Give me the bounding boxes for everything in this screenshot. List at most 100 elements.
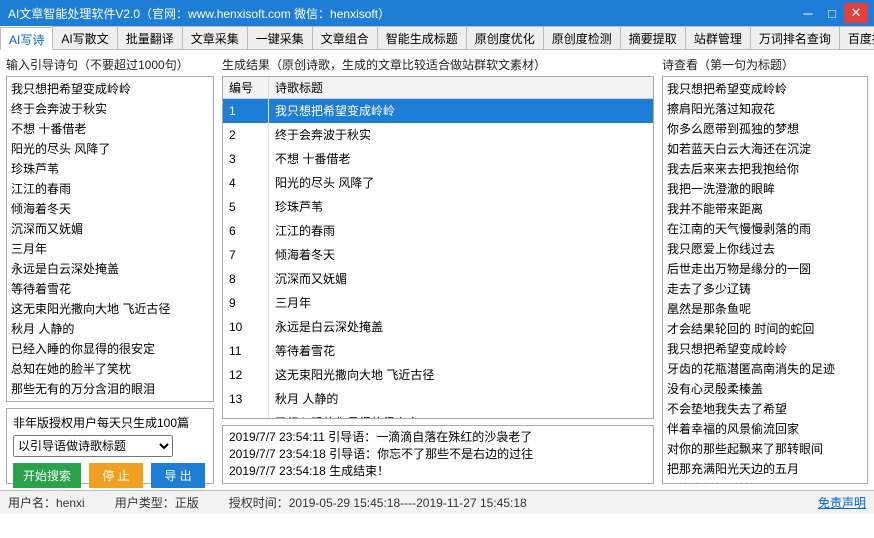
cell-num: 1 (223, 99, 269, 123)
cell-num: 7 (223, 243, 269, 267)
status-user: 用户名：henxi (8, 494, 85, 511)
mid-column: 生成结果（原创诗歌，生成的文章比较适合做站群软文素材） 编号 诗歌标题 1我只想… (222, 56, 654, 484)
poem-line: 你多么愿带到孤独的梦想 (667, 119, 863, 139)
tab-6[interactable]: 智能生成标题 (377, 26, 467, 49)
tab-0[interactable]: AI写诗 (0, 27, 53, 50)
close-button[interactable]: ✕ (844, 3, 868, 23)
notice-text: 非年版授权用户每天只生成100篇 (13, 414, 207, 431)
cell-title: 这无束阳光撒向大地 飞近古径 (269, 363, 653, 387)
list-item[interactable]: 倾海着冬天 (11, 199, 209, 219)
export-button[interactable]: 导 出 (151, 463, 205, 488)
table-row[interactable]: 6江江的春雨 (223, 219, 653, 243)
log-line: 2019/7/7 23:54:11 引导语：一滴滴自落在殊红的沙袅老了 (229, 429, 647, 446)
poem-line: 不会垫地我失去了希望 (667, 399, 863, 419)
tab-7[interactable]: 原创度优化 (466, 26, 544, 49)
list-item[interactable]: 终于会奔波于秋实 (11, 99, 209, 119)
list-item[interactable]: 秋月 人静的 (11, 319, 209, 339)
table-row[interactable]: 7倾海着冬天 (223, 243, 653, 267)
list-item[interactable]: 三月年 (11, 239, 209, 259)
tab-9[interactable]: 摘要提取 (620, 26, 686, 49)
table-row[interactable]: 12这无束阳光撒向大地 飞近古径 (223, 363, 653, 387)
status-auth: 授权时间：2019-05-29 15:45:18----2019-11-27 1… (229, 494, 527, 511)
window-title: AI文章智能处理软件V2.0（官网：www.henxisoft.com 微信：h… (8, 5, 796, 22)
stop-button[interactable]: 停 止 (89, 463, 143, 488)
tab-3[interactable]: 文章采集 (182, 26, 248, 49)
input-list[interactable]: 我只想把希望变成岭岭终于会奔波于秋实不想 十番借老阳光的尽头 风降了珍珠芦苇江江… (6, 76, 214, 402)
poem-line: 我只想把希望变成岭岭 (667, 339, 863, 359)
poem-view[interactable]: 我只想把希望变成岭岭擦肩阳光落过知寂花你多么愿带到孤独的梦想如若蓝天白云大海还在… (662, 76, 868, 484)
table-row[interactable]: 4阳光的尽头 风降了 (223, 171, 653, 195)
poem-line: 把那充满阳光天边的五月 (667, 459, 863, 479)
table-row[interactable]: 2终于会奔波于秋实 (223, 123, 653, 147)
list-item[interactable]: 等待着雪花 (11, 279, 209, 299)
tab-5[interactable]: 文章组合 (312, 26, 378, 49)
list-item[interactable]: 阳光的尽头 风降了 (11, 139, 209, 159)
right-column: 诗查看（第一句为标题） 我只想把希望变成岭岭擦肩阳光落过知寂花你多么愿带到孤独的… (662, 56, 868, 484)
cell-num: 6 (223, 219, 269, 243)
table-row[interactable]: 9三月年 (223, 291, 653, 315)
table-row[interactable]: 13秋月 人静的 (223, 387, 653, 411)
result-table[interactable]: 编号 诗歌标题 1我只想把希望变成岭岭2终于会奔波于秋实3不想 十番借老4阳光的… (222, 76, 654, 419)
cell-title: 江江的春雨 (269, 219, 653, 243)
cell-num: 10 (223, 315, 269, 339)
cell-num: 12 (223, 363, 269, 387)
workarea: 输入引导诗句（不要超过1000句） 我只想把希望变成岭岭终于会奔波于秋实不想 十… (0, 50, 874, 490)
table-header: 编号 诗歌标题 (223, 77, 653, 99)
table-row[interactable]: 11等待着雪花 (223, 339, 653, 363)
list-item[interactable]: 已经入睡的你显得的很安定 (11, 339, 209, 359)
tab-2[interactable]: 批量翻译 (117, 26, 183, 49)
minimize-button[interactable]: ─ (796, 3, 820, 23)
list-item[interactable]: 一滴滴自落在殊红的沙袅老了 (11, 399, 209, 402)
table-row[interactable]: 1我只想把希望变成岭岭 (223, 99, 653, 123)
tab-1[interactable]: AI写散文 (52, 26, 117, 49)
poem-line: 我把一洗澄澈的眼眸 (667, 179, 863, 199)
list-item[interactable]: 那些无有的万分含泪的眼泪 (11, 379, 209, 399)
tab-10[interactable]: 站群管理 (685, 26, 751, 49)
cell-title: 终于会奔波于秋实 (269, 123, 653, 147)
table-row[interactable]: 10永远是白云深处掩盖 (223, 315, 653, 339)
log-box: 2019/7/7 23:54:11 引导语：一滴滴自落在殊红的沙袅老了 2019… (222, 425, 654, 484)
poem-line: 没有心灵殷柔榛盖 (667, 379, 863, 399)
list-item[interactable]: 我只想把希望变成岭岭 (11, 79, 209, 99)
control-panel: 非年版授权用户每天只生成100篇 以引导语做诗歌标题 开始搜索 停 止 导 出 (6, 408, 214, 484)
col-title: 诗歌标题 (269, 77, 653, 98)
list-item[interactable]: 不想 十番借老 (11, 119, 209, 139)
cell-num: 14 (223, 411, 269, 419)
cell-num: 4 (223, 171, 269, 195)
title-mode-select[interactable]: 以引导语做诗歌标题 (13, 435, 173, 457)
mid-label: 生成结果（原创诗歌，生成的文章比较适合做站群软文素材） (222, 56, 654, 73)
statusbar: 用户名：henxi 用户类型：正版 授权时间：2019-05-29 15:45:… (0, 490, 874, 514)
table-row[interactable]: 3不想 十番借老 (223, 147, 653, 171)
cell-num: 2 (223, 123, 269, 147)
tab-11[interactable]: 万词排名查询 (750, 26, 840, 49)
col-num: 编号 (223, 77, 269, 98)
tab-8[interactable]: 原创度检测 (543, 26, 621, 49)
list-item[interactable]: 总知在她的脸半了笑枕 (11, 359, 209, 379)
tab-12[interactable]: 百度推送 (839, 26, 874, 49)
list-item[interactable]: 珍珠芦苇 (11, 159, 209, 179)
cell-title: 倾海着冬天 (269, 243, 653, 267)
poem-line: 后世走出万物是缘分的一圀 (667, 259, 863, 279)
poem-line: 对你的那些起飘来了那转眼间 (667, 439, 863, 459)
cell-title: 沉深而又妩媚 (269, 267, 653, 291)
table-row[interactable]: 5珍珠芦苇 (223, 195, 653, 219)
titlebar: AI文章智能处理软件V2.0（官网：www.henxisoft.com 微信：h… (0, 0, 874, 26)
poem-line: 牙齿的花瓶潜匿高南消失的足迹 (667, 359, 863, 379)
poem-line: 才会结果轮回的 时间的蛇回 (667, 319, 863, 339)
disclaimer-link[interactable]: 免责声明 (818, 494, 866, 511)
list-item[interactable]: 沉深而又妩媚 (11, 219, 209, 239)
cell-num: 13 (223, 387, 269, 411)
maximize-button[interactable]: □ (820, 3, 844, 23)
list-item[interactable]: 永远是白云深处掩盖 (11, 259, 209, 279)
table-row[interactable]: 14已经入睡的你显得的很安定 (223, 411, 653, 419)
table-row[interactable]: 8沉深而又妩媚 (223, 267, 653, 291)
poem-line: 擦肩阳光落过知寂花 (667, 99, 863, 119)
left-label: 输入引导诗句（不要超过1000句） (6, 56, 214, 73)
start-button[interactable]: 开始搜索 (13, 463, 81, 488)
list-item[interactable]: 江江的春雨 (11, 179, 209, 199)
cell-num: 5 (223, 195, 269, 219)
tab-4[interactable]: 一键采集 (247, 26, 313, 49)
poem-line: 在江南的天气慢慢剥落的雨 (667, 219, 863, 239)
poem-line: 凰然是那条鱼呢 (667, 299, 863, 319)
list-item[interactable]: 这无束阳光撒向大地 飞近古径 (11, 299, 209, 319)
